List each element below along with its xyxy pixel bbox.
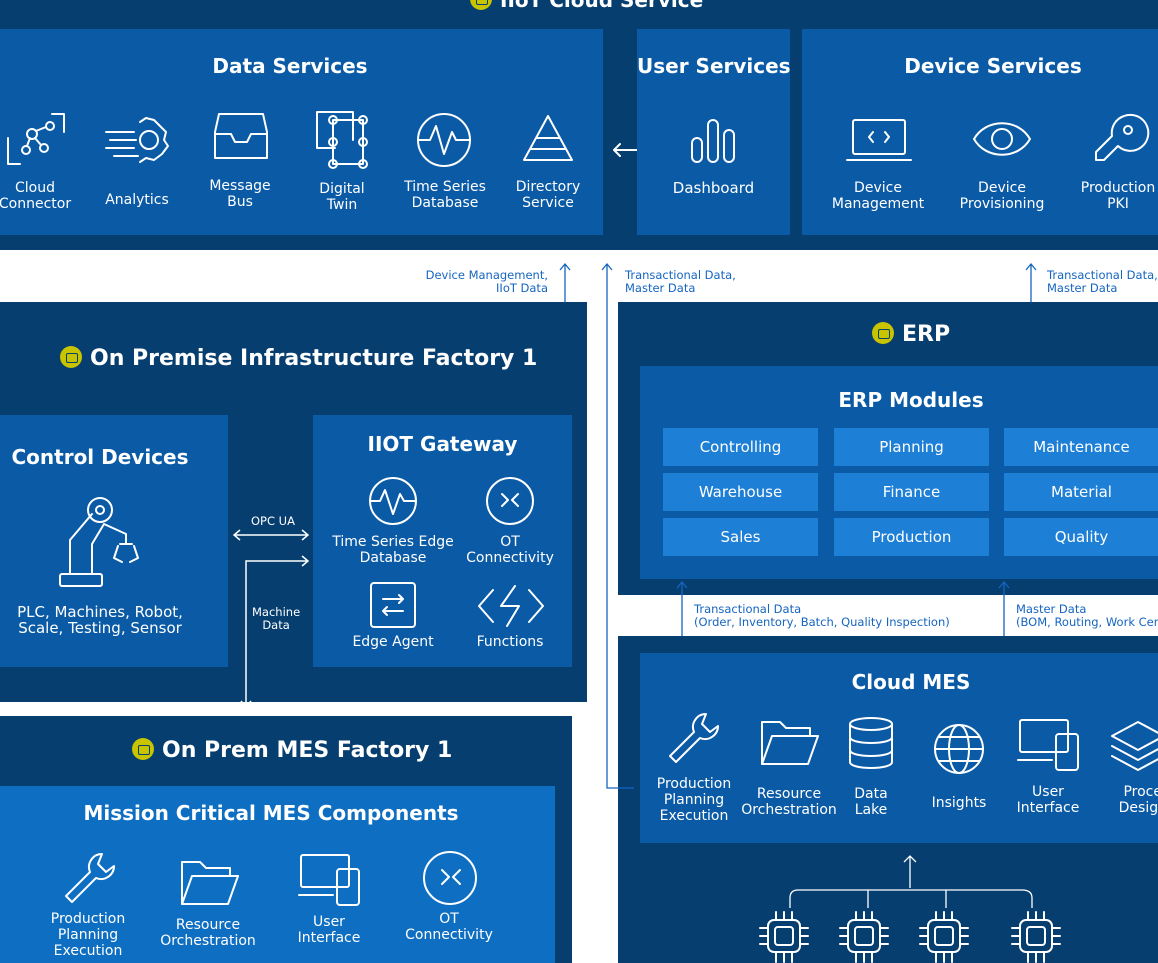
insights-globe-icon [932, 722, 986, 776]
data-services-title: Data Services [212, 54, 368, 78]
erp-transactional-annotation: Transactional Data (Order, Inventory, Ba… [694, 602, 950, 629]
machine-data-annotation: Machine Data [252, 605, 301, 632]
factory-chip-icon-1 [758, 910, 810, 963]
robot-arm-icon [56, 494, 146, 590]
cloud-resource-label: Resource Orchestration [741, 786, 837, 818]
data-lake-label: Data Lake [854, 786, 888, 818]
mes-user-interface-icon [297, 853, 363, 907]
factory-badge-icon [60, 346, 82, 368]
erp-module-finance[interactable]: Finance [834, 473, 989, 511]
device-management-annotation: Device Management, IIoT Data [425, 268, 548, 295]
device-provisioning-label: Device Provisioning [959, 180, 1045, 212]
mes-badge-icon [132, 738, 154, 760]
mes-resource-label: Resource Orchestration [160, 917, 256, 949]
mes-user-interface-label: User Interface [297, 914, 361, 946]
erp-module-warehouse[interactable]: Warehouse [663, 473, 818, 511]
device-provisioning-icon [970, 114, 1034, 164]
cloud-connector-icon [4, 110, 68, 170]
production-pki-label: Production PKI [1080, 180, 1156, 212]
data-lake-icon [846, 716, 896, 770]
erp-module-maintenance[interactable]: Maintenance [1004, 428, 1158, 466]
erp-title: ERP [872, 322, 950, 347]
on-prem-mes-title: On Prem MES Factory 1 [132, 738, 452, 763]
device-management-label: Device Management [831, 180, 925, 212]
cloud-service-title: IIoT Cloud Service [470, 0, 703, 12]
ot-connectivity-icon [484, 476, 536, 526]
user-services-title: User Services [637, 54, 791, 78]
cloud-production-wrench-icon [666, 710, 722, 766]
erp-module-planning[interactable]: Planning [834, 428, 989, 466]
edge-database-label: Time Series Edge Database [332, 534, 454, 566]
device-management-icon [845, 116, 913, 166]
digital-twin-icon [313, 108, 373, 172]
factory-chip-icon-3 [918, 910, 970, 963]
transactional-arrow-1 [600, 262, 614, 302]
mission-critical-title: Mission Critical MES Components [83, 801, 459, 825]
cloud-mes-uplink-line [600, 300, 640, 792]
message-bus-label: Message Bus [209, 178, 271, 210]
factory-chip-icon-4 [1010, 910, 1062, 963]
directory-service-icon [520, 112, 576, 164]
device-services-title: Device Services [904, 54, 1082, 78]
analytics-icon [104, 112, 174, 170]
factory-chip-icon-2 [838, 910, 890, 963]
mes-ot-connectivity-label: OT Connectivity [405, 911, 493, 943]
mes-resource-folder-icon [180, 858, 240, 908]
edge-agent-icon [369, 581, 417, 629]
cloud-production-label: Production Planning Execution [656, 776, 732, 824]
mes-production-wrench-icon [62, 850, 118, 906]
erp-module-material[interactable]: Material [1004, 473, 1158, 511]
edge-database-icon [366, 476, 420, 526]
cloud-connector-label: Cloud Connector [0, 180, 72, 212]
opc-ua-arrow [232, 527, 312, 543]
cloud-mes-title: Cloud MES [851, 670, 971, 694]
insights-label: Insights [931, 795, 987, 811]
cloud-resource-folder-icon [760, 718, 820, 768]
control-devices-caption: PLC, Machines, Robot, Scale, Testing, Se… [17, 603, 183, 637]
dashboard-icon [690, 116, 740, 166]
ot-connectivity-label: OT Connectivity [466, 534, 554, 566]
time-series-database-icon [414, 110, 474, 170]
mes-production-label: Production Planning Execution [50, 911, 126, 959]
edge-agent-label: Edge Agent [352, 634, 434, 650]
process-designer-label: Process Designer [1118, 784, 1158, 816]
digital-twin-label: Digital Twin [319, 181, 365, 213]
functions-label: Functions [476, 634, 544, 650]
analytics-label: Analytics [105, 192, 169, 208]
time-series-database-label: Time Series Database [404, 179, 486, 211]
mes-ot-connectivity-icon [422, 850, 478, 906]
erp-module-quality[interactable]: Quality [1004, 518, 1158, 556]
erp-module-controlling[interactable]: Controlling [663, 428, 818, 466]
on-premise-infrastructure-title: On Premise Infrastructure Factory 1 [60, 346, 537, 371]
process-designer-icon [1110, 718, 1158, 774]
iiot-gateway-title: IIOT Gateway [367, 432, 518, 456]
sync-annotation: Sync 1-2 Shifts [590, 878, 616, 932]
message-bus-icon [213, 112, 269, 162]
dashboard-label: Dashboard [672, 179, 755, 197]
erp-modules-title: ERP Modules [838, 388, 984, 412]
cloud-user-interface-label: User Interface [1016, 784, 1080, 816]
functions-icon [477, 584, 545, 628]
directory-service-label: Directory Service [515, 179, 581, 211]
erp-master-annotation: Master Data (BOM, Routing, Work Center) [1016, 602, 1158, 629]
machine-data-arrow [238, 553, 312, 713]
control-devices-title: Control Devices [11, 445, 189, 469]
cloud-user-interface-icon [1016, 718, 1082, 772]
erp-module-production[interactable]: Production [834, 518, 989, 556]
factory-tree-connector [780, 852, 1050, 912]
cloud-badge-icon [470, 0, 492, 10]
erp-badge-icon [872, 322, 894, 344]
erp-module-sales[interactable]: Sales [663, 518, 818, 556]
production-pki-icon [1090, 112, 1150, 168]
transactional-annotation-1: Transactional Data, Master Data [625, 268, 736, 295]
transactional-annotation-2: Transactional Data, Master Data [1047, 268, 1158, 295]
